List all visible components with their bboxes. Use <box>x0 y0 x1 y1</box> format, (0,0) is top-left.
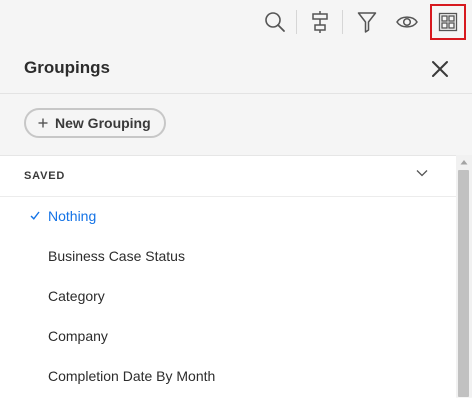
list-item[interactable]: Company <box>0 317 456 357</box>
new-grouping-area: New Grouping <box>0 94 472 154</box>
plus-icon <box>38 118 48 128</box>
panel-header: Groupings <box>0 46 472 94</box>
filter-icon <box>357 12 377 33</box>
groupings-list: SAVED Nothing Business Case Status Categ… <box>0 155 456 398</box>
visibility-button[interactable] <box>391 6 423 38</box>
hierarchy-button[interactable] <box>304 6 336 38</box>
list-item-label: Company <box>48 328 108 344</box>
hierarchy-icon <box>312 11 328 33</box>
filter-button[interactable] <box>351 6 383 38</box>
list-item[interactable]: Business Case Status <box>0 237 456 277</box>
list-item-label: Completion Date By Month <box>48 368 216 384</box>
new-grouping-label: New Grouping <box>55 115 151 131</box>
search-button[interactable] <box>259 6 291 38</box>
chevron-down-icon <box>416 170 428 177</box>
groupings-button[interactable] <box>430 4 466 40</box>
checkmark-icon <box>30 211 40 220</box>
close-icon <box>432 61 448 77</box>
list-scrollbar[interactable] <box>456 155 472 397</box>
panel-title: Groupings <box>24 58 110 77</box>
list-item[interactable]: Completion Date By Month <box>0 357 456 397</box>
search-icon <box>265 12 285 32</box>
list-item-label: Nothing <box>48 208 97 224</box>
list-item-label: Business Case Status <box>48 248 185 264</box>
saved-section-header[interactable]: SAVED <box>0 156 456 197</box>
eye-icon <box>396 16 418 28</box>
scrollbar-thumb[interactable] <box>458 170 469 397</box>
toolbar-divider <box>296 10 297 34</box>
scroll-up-arrow-icon[interactable] <box>460 159 468 165</box>
list-item-label: Category <box>48 288 105 304</box>
list-item[interactable]: Category <box>0 277 456 317</box>
list-item[interactable]: Nothing <box>0 197 456 237</box>
saved-section-label: SAVED <box>24 170 66 182</box>
top-toolbar <box>0 0 472 46</box>
grid-icon <box>438 12 458 32</box>
new-grouping-button[interactable]: New Grouping <box>24 108 166 138</box>
toolbar-divider <box>342 10 343 34</box>
close-button[interactable] <box>428 57 452 81</box>
